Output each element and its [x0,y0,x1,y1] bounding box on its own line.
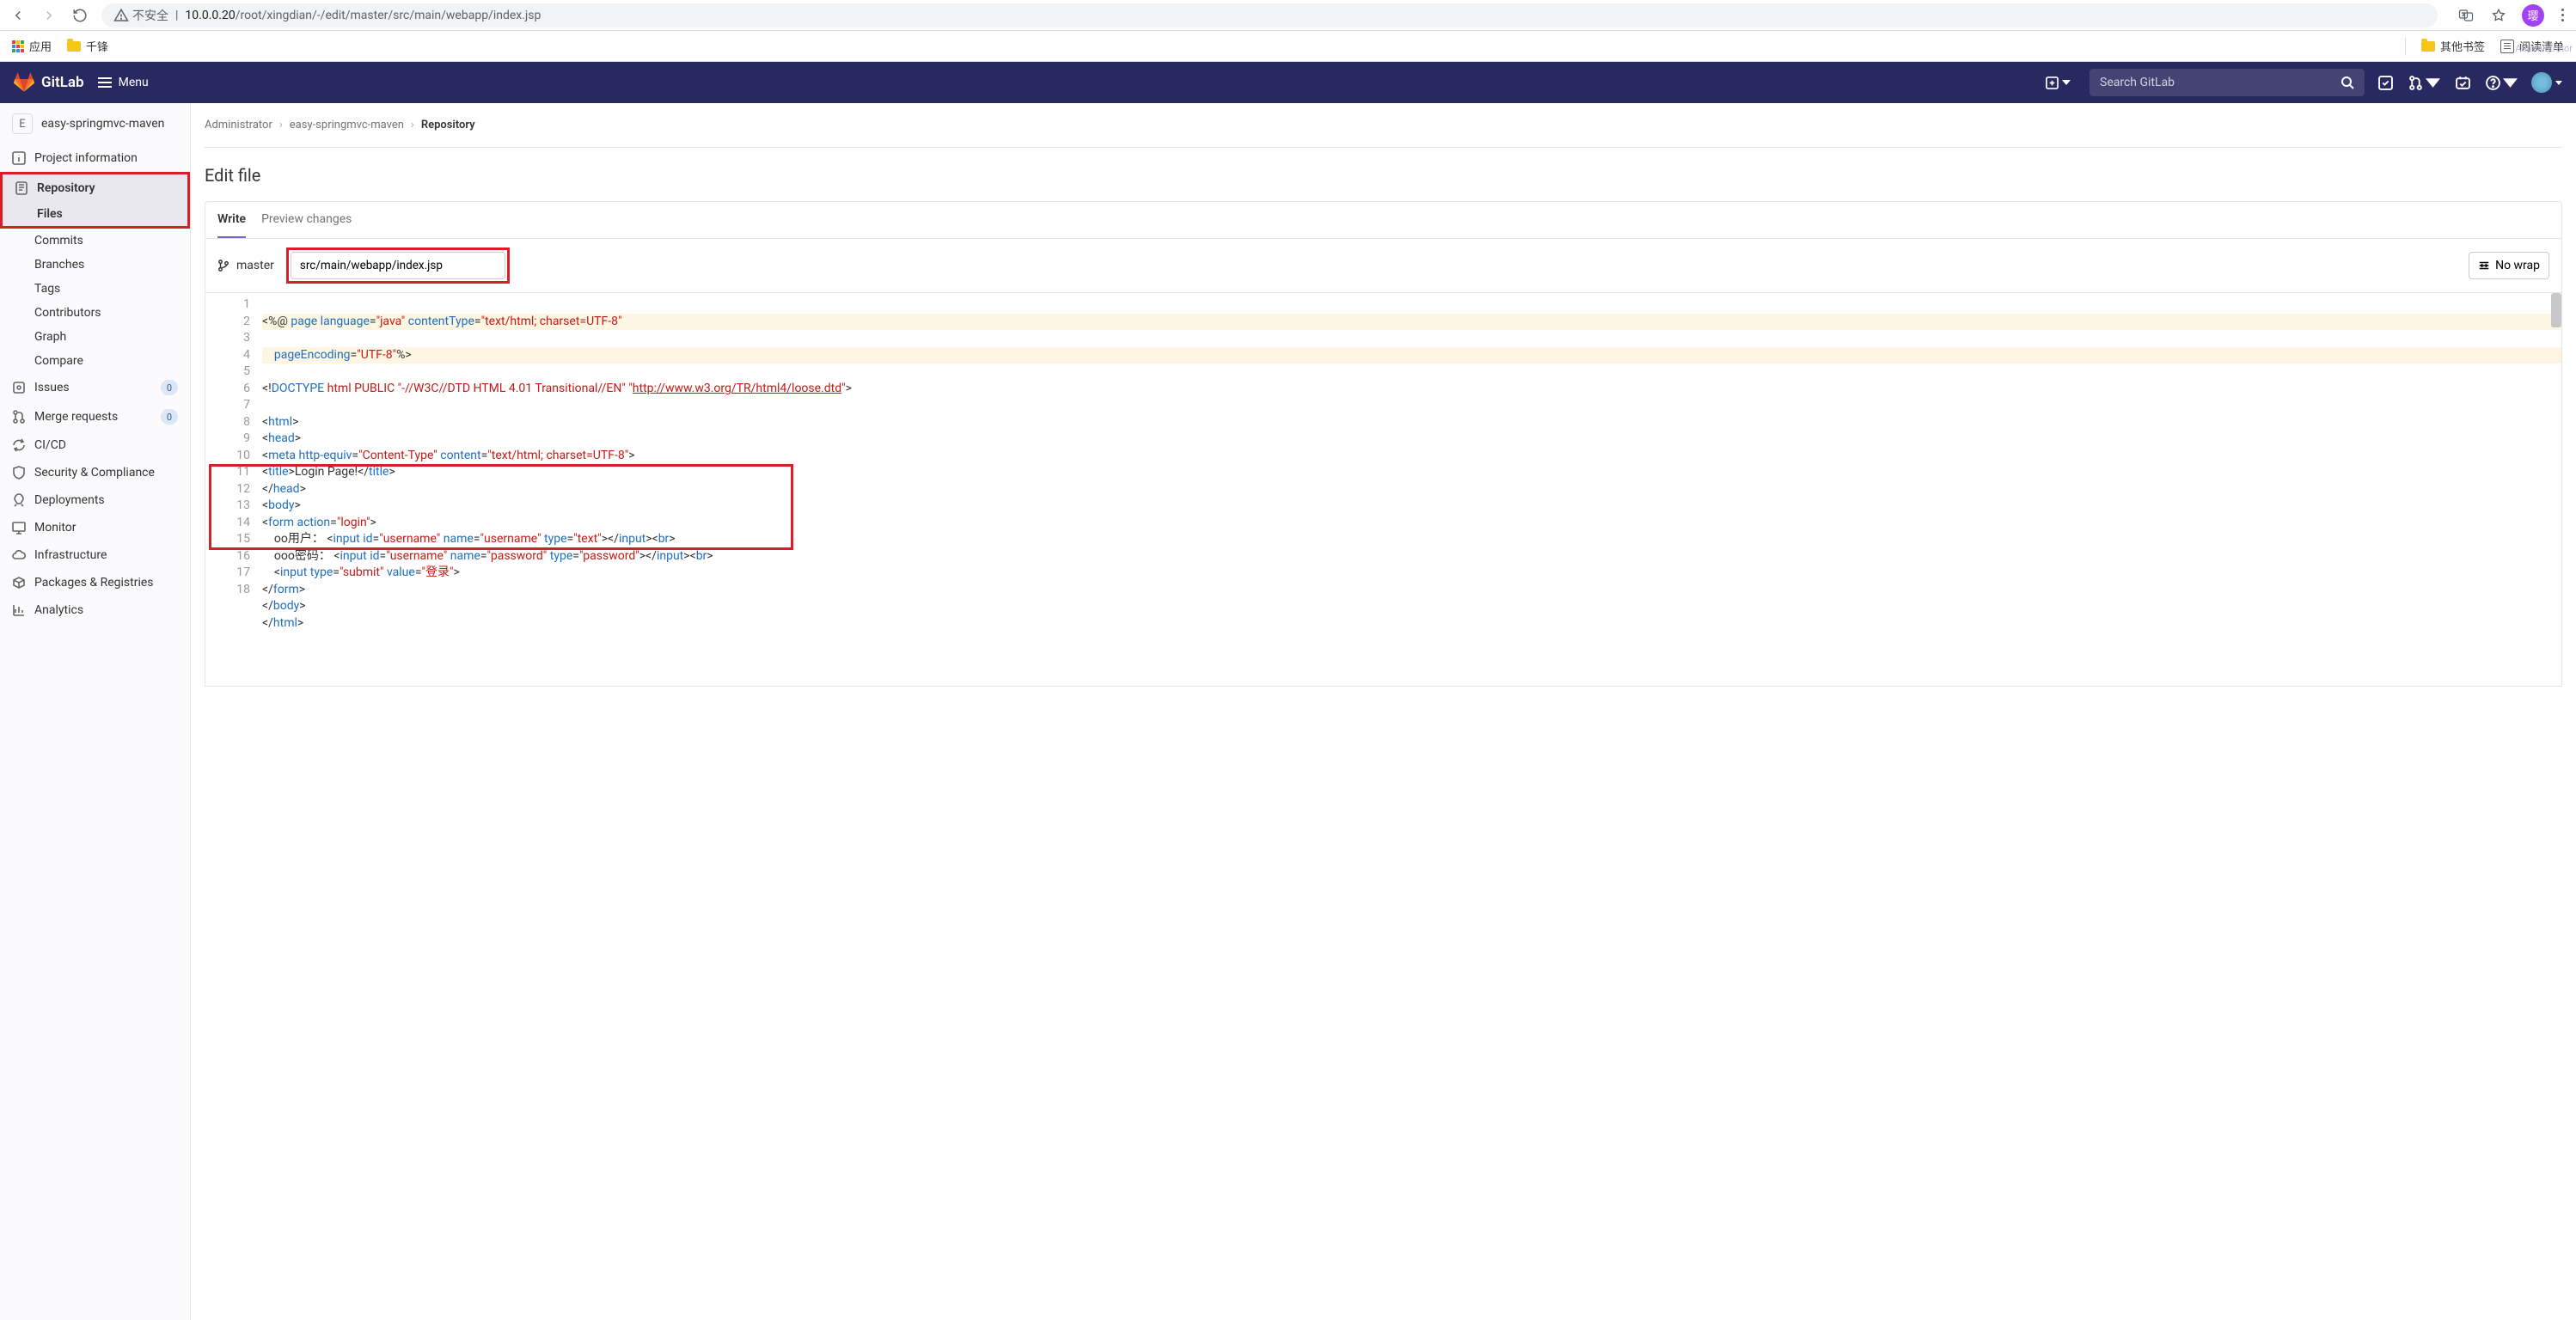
merge-requests-shortcut-icon[interactable] [2408,76,2440,90]
user-name-label: Administrator [2515,43,2573,54]
folder-icon [2421,41,2435,52]
annotation-frame-filepath [286,248,510,284]
browser-reload-button[interactable] [70,6,89,25]
hamburger-icon [98,76,112,89]
sidebar-sub-tags[interactable]: Tags [0,277,190,301]
gitlab-search[interactable] [2090,69,2365,96]
monitor-icon [12,521,26,535]
sidebar-item-packages[interactable]: Packages & Registries [0,569,190,596]
sidebar-item-security[interactable]: Security & Compliance [0,459,190,486]
user-avatar-icon [2531,72,2552,93]
no-wrap-button[interactable]: No wrap [2469,252,2549,279]
insecure-label: 不安全 [132,7,168,24]
repository-icon [15,181,28,195]
sidebar-item-merge-requests[interactable]: Merge requests 0 [0,402,190,431]
project-header[interactable]: E easy-springmvc-maven [0,103,190,144]
code-lines[interactable]: <%@ page language="java" contentType="te… [259,293,2561,686]
sidebar-sub-contributors[interactable]: Contributors [0,301,190,325]
sidebar-sub-compare[interactable]: Compare [0,349,190,373]
breadcrumb: Administrator › easy-springmvc-maven › R… [205,117,2562,147]
chevron-down-icon [2555,81,2562,85]
cloud-icon [12,548,26,562]
apps-shortcut[interactable]: 应用 [12,38,52,54]
bookmark-star-icon[interactable] [2489,6,2508,25]
cicd-icon [12,438,26,452]
help-icon[interactable] [2486,76,2518,90]
tab-preview[interactable]: Preview changes [261,202,352,238]
chart-icon [12,603,26,617]
annotation-frame-repository: Repository Files [0,172,190,229]
crumb-repository[interactable]: Repository [421,119,475,131]
crumb-admin[interactable]: Administrator [205,119,272,131]
browser-menu-button[interactable] [2558,5,2567,25]
sidebar-item-project-info[interactable]: Project information [0,144,190,172]
sidebar-item-analytics[interactable]: Analytics [0,596,190,624]
issues-icon [12,381,26,394]
plus-box-icon [2046,76,2059,89]
apps-icon [12,40,24,52]
page-title: Edit file [205,165,2562,186]
gitlab-logo[interactable]: GitLab [14,72,84,93]
project-name: easy-springmvc-maven [41,117,164,131]
code-editor[interactable]: 123456789101112131415161718 <%@ page lan… [205,292,2561,686]
address-bar[interactable]: 不安全 | 10.0.0.20/root/xingdian/-/edit/mas… [101,3,2438,28]
wrap-icon [2478,260,2490,272]
branch-icon [217,260,229,272]
issues-count-badge: 0 [161,380,178,395]
browser-forward-button[interactable] [40,6,58,25]
sidebar-item-infrastructure[interactable]: Infrastructure [0,541,190,569]
issues-shortcut-icon[interactable] [2378,76,2393,90]
branch-name: master [236,259,274,272]
sidebar-item-deployments[interactable]: Deployments [0,486,190,514]
sidebar-item-monitor[interactable]: Monitor [0,514,190,541]
sidebar-item-cicd[interactable]: CI/CD [0,431,190,459]
profile-avatar[interactable]: 璎 [2522,4,2544,27]
other-bookmarks[interactable]: 其他书签 [2421,38,2485,54]
bookmarks-bar: 应用 千锋 其他书签 阅读清单 [0,31,2576,62]
gitlab-menu-button[interactable]: Menu [98,76,149,89]
project-avatar: E [12,113,33,134]
gitlab-icon [14,72,34,93]
editor-panel: Write Preview changes master No wrap [205,201,2562,687]
crumb-project[interactable]: easy-springmvc-maven [290,119,404,131]
rocket-icon [12,493,26,507]
user-menu[interactable]: Administrator [2531,72,2562,93]
sidebar-sub-branches[interactable]: Branches [0,253,190,277]
search-icon [2340,76,2354,89]
editor-scrollbar[interactable] [2551,293,2561,327]
create-new-button[interactable] [2041,73,2076,93]
browser-chrome: 不安全 | 10.0.0.20/root/xingdian/-/edit/mas… [0,0,2576,31]
branch-ref: master [217,259,274,272]
merge-requests-icon [12,410,26,424]
reading-list-icon [2500,40,2514,53]
file-path-input[interactable] [291,252,505,279]
sidebar-item-issues[interactable]: Issues 0 [0,373,190,402]
line-gutter: 123456789101112131415161718 [205,293,259,686]
chevron-down-icon [2062,80,2071,85]
search-input[interactable] [2100,76,2340,89]
package-icon [12,576,26,590]
browser-back-button[interactable] [9,6,28,25]
translate-icon[interactable] [2457,6,2475,25]
insecure-warning: 不安全 [113,7,168,24]
url-host: 10.0.0.20/root/xingdian/-/edit/master/sr… [185,9,541,22]
shield-icon [12,466,26,480]
sidebar-sub-files[interactable]: Files [3,202,187,226]
folder-icon [67,41,81,52]
sidebar-item-repository[interactable]: Repository [3,174,187,202]
sidebar-sub-graph[interactable]: Graph [0,325,190,349]
sidebar-sub-commits[interactable]: Commits [0,229,190,253]
sidebar: E easy-springmvc-maven Project informati… [0,103,191,1320]
tab-write[interactable]: Write [217,202,246,238]
main-content: Administrator › easy-springmvc-maven › R… [191,103,2576,1320]
todos-icon[interactable] [2456,76,2470,90]
gitlab-header: GitLab Menu Administrator [0,62,2576,103]
mr-count-badge: 0 [161,409,178,425]
bookmark-folder-qianfeng[interactable]: 千锋 [67,38,108,54]
info-icon [12,151,26,165]
